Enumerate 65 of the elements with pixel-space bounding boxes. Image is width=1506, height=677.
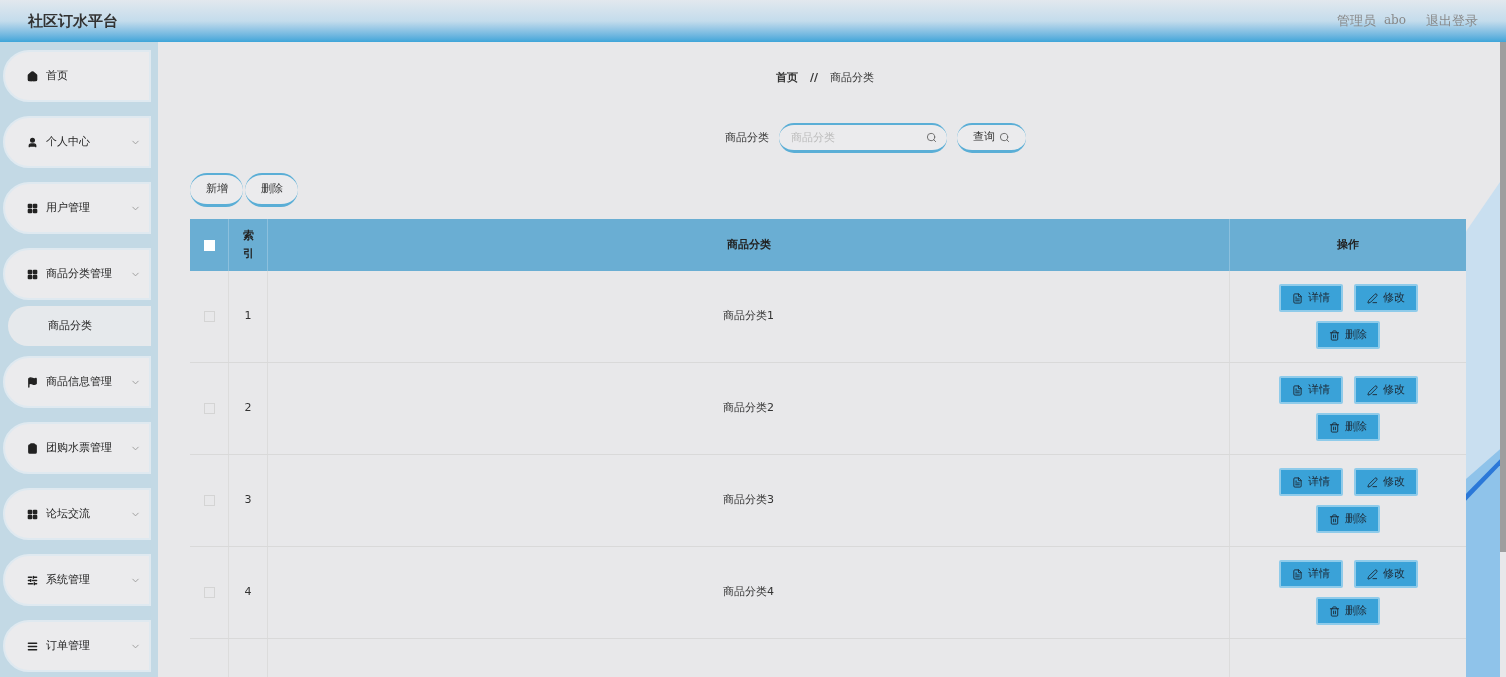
table-cell: 2	[244, 400, 252, 417]
sliders-icon	[27, 574, 38, 586]
delete-button[interactable]: 删除	[1316, 413, 1380, 441]
table-cell: 3	[244, 492, 252, 509]
delete-button[interactable]: 删除	[1316, 597, 1380, 625]
sidebar-item[interactable]: 系统管理	[3, 554, 151, 606]
query-button[interactable]: 查询	[956, 123, 1026, 153]
detail-button[interactable]: 详情	[1278, 376, 1343, 404]
grid-icon	[27, 508, 38, 520]
table-cell: 商品分类1	[723, 308, 774, 325]
edit-button[interactable]: 修改	[1353, 560, 1418, 588]
breadcrumb-current: 商品分类	[830, 69, 874, 86]
trash-icon	[1329, 605, 1340, 617]
trash-icon	[1329, 513, 1340, 525]
document-icon	[1291, 292, 1303, 304]
table-cell: 商品分类4	[723, 584, 774, 601]
grid-icon	[27, 268, 38, 280]
sidebar-subitem[interactable]: 商品分类	[8, 306, 151, 346]
sidebar-item[interactable]: 用户管理	[3, 182, 151, 234]
column-header: 商品分类	[268, 219, 1230, 271]
search-label: 商品分类	[724, 129, 769, 146]
user-icon	[27, 136, 38, 148]
edit-button[interactable]: 修改	[1353, 376, 1418, 404]
sidebar-item[interactable]: 订单管理	[3, 620, 151, 672]
user-name: abo	[1383, 12, 1406, 30]
edit-button[interactable]: 修改	[1353, 284, 1418, 312]
breadcrumb-home[interactable]: 首页	[775, 69, 798, 87]
document-icon	[1291, 476, 1303, 488]
table-cell: 1	[244, 308, 252, 325]
trash-icon	[1329, 421, 1340, 433]
breadcrumb-separator: //	[809, 69, 818, 86]
sidebar-item[interactable]: 团购水票管理	[3, 422, 151, 474]
delete-button[interactable]: 删除	[1316, 505, 1380, 533]
pen-icon	[1366, 476, 1378, 488]
add-button[interactable]: 新增	[190, 173, 243, 207]
detail-button[interactable]: 详情	[1278, 560, 1343, 588]
pen-icon	[1366, 292, 1378, 304]
detail-button[interactable]: 详情	[1278, 468, 1343, 496]
flag-icon	[27, 376, 38, 388]
document-icon	[1291, 384, 1303, 396]
search-icon	[998, 132, 1010, 143]
home-icon	[27, 70, 38, 82]
user-role: 管理员	[1336, 12, 1376, 31]
grid-icon	[27, 202, 38, 214]
sidebar-item[interactable]: 商品信息管理	[3, 356, 151, 408]
table-cell: 商品分类3	[723, 492, 774, 509]
pen-icon	[1366, 384, 1378, 396]
table-cell: 4	[244, 584, 252, 601]
edit-button[interactable]: 修改	[1353, 468, 1418, 496]
detail-button[interactable]: 详情	[1278, 284, 1343, 312]
sidebar-item[interactable]: 商品分类管理	[3, 248, 151, 300]
column-header: 索引	[229, 219, 268, 271]
sidebar-item[interactable]: 首页	[3, 50, 151, 102]
document-icon	[1291, 568, 1303, 580]
table-cell: 商品分类2	[723, 400, 774, 417]
search-icon	[925, 132, 937, 143]
list-icon	[27, 640, 38, 652]
delete-button[interactable]: 删除	[245, 173, 298, 207]
pen-icon	[1366, 568, 1378, 580]
sidebar-item[interactable]: 个人中心	[3, 116, 151, 168]
delete-button[interactable]: 删除	[1316, 321, 1380, 349]
app-title: 社区订水平台	[28, 10, 118, 32]
sidebar-item[interactable]: 论坛交流	[3, 488, 151, 540]
trash-icon	[1329, 329, 1340, 341]
column-header: 操作	[1336, 236, 1360, 253]
